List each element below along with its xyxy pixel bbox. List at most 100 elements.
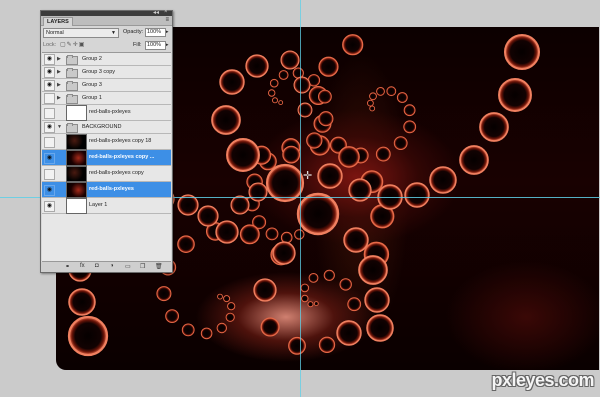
layer-thumbnail	[66, 105, 87, 121]
new-group-icon[interactable]: ▭	[125, 263, 131, 270]
disclosure-collapsed-icon[interactable]: ▶	[57, 69, 61, 75]
visibility-eye-icon[interactable]	[44, 168, 55, 180]
visibility-eye-icon[interactable]: ◉	[44, 67, 55, 78]
layer-thumbnail	[66, 134, 87, 150]
red-ball	[503, 33, 541, 71]
fill-label: Fill:	[133, 42, 142, 48]
red-ball	[366, 314, 394, 342]
layer-row[interactable]: red-balls-pxleyes copy	[42, 166, 171, 182]
opacity-input[interactable]: 100%	[145, 28, 166, 37]
red-ball	[342, 34, 364, 56]
red-ball	[338, 146, 360, 168]
red-ball	[282, 145, 301, 164]
new-layer-icon[interactable]: ❐	[140, 263, 145, 270]
mask-icon[interactable]: ◘	[95, 263, 99, 269]
layer-row[interactable]: ◉ red-balls-pxleyes	[42, 182, 171, 198]
visibility-eye-icon[interactable]	[44, 93, 55, 104]
close-icon[interactable]: ×	[164, 9, 168, 15]
fx-icon[interactable]: fx	[80, 263, 85, 269]
opacity-label: Opacity:	[123, 29, 144, 35]
opacity-slider-icon[interactable]: ▸	[166, 29, 169, 35]
lock-all-icon[interactable]: ▣	[79, 42, 86, 48]
blend-mode-select[interactable]: Normal ▼	[43, 28, 119, 38]
layer-name: red-balls-pxleyes copy ...	[89, 154, 155, 160]
trash-icon[interactable]: 🗑	[155, 263, 163, 270]
red-ball	[323, 269, 335, 281]
red-ball	[479, 112, 509, 142]
lock-transparency-icon[interactable]: ▢	[60, 42, 67, 48]
red-ball	[429, 166, 457, 194]
fill-input[interactable]: 100%	[145, 41, 166, 50]
watermark: pxleyes.com	[491, 370, 594, 390]
layer-name: red-balls-pxleyes	[89, 109, 131, 115]
link-icon[interactable]: ⚭	[65, 263, 70, 270]
layer-name: Group 2	[82, 55, 102, 62]
tab-layers[interactable]: LAYERS	[43, 17, 73, 26]
visibility-eye-icon[interactable]: ◉	[44, 184, 55, 196]
panel-menu-icon[interactable]: ≡	[165, 17, 169, 23]
layer-row[interactable]: ◉ red-balls-pxleyes copy ...	[42, 150, 171, 166]
panel-bottom-bar: ⚭ fx ◘ ◑ ▭ ❐ 🗑	[41, 262, 172, 272]
red-ball	[177, 194, 199, 216]
layer-row[interactable]: ◉ ▼ BACKGROUND	[42, 121, 171, 134]
red-ball	[403, 120, 417, 134]
disclosure-collapsed-icon[interactable]: ▶	[57, 56, 61, 62]
visibility-eye-icon[interactable]: ◉	[44, 152, 55, 164]
red-ball	[230, 195, 250, 215]
red-ball	[260, 317, 280, 337]
red-ball	[239, 224, 260, 245]
layer-name: Group 3 copy	[82, 68, 116, 75]
layer-thumbnail	[66, 182, 87, 198]
disclosure-collapsed-icon[interactable]: ▶	[57, 82, 61, 88]
collapse-icon[interactable]: ◂◂	[153, 9, 159, 16]
red-ball	[165, 309, 179, 324]
red-ball	[293, 76, 311, 94]
red-ball	[306, 132, 323, 149]
red-ball	[318, 111, 334, 127]
red-ball	[313, 301, 319, 307]
layer-thumbnail	[66, 166, 87, 182]
red-ball	[215, 220, 239, 244]
layer-name: BACKGROUND	[82, 123, 122, 130]
disclosure-collapsed-icon[interactable]: ▶	[57, 95, 61, 101]
layer-row[interactable]: red-balls-pxleyes copy 18	[42, 134, 171, 150]
red-ball	[278, 100, 284, 105]
red-ball	[358, 255, 388, 285]
red-ball	[278, 70, 289, 80]
layer-row[interactable]: ◉ ▶ Group 3	[42, 79, 171, 92]
red-ball	[296, 192, 340, 236]
red-ball	[156, 286, 172, 302]
visibility-eye-icon[interactable]: ◉	[44, 200, 55, 212]
red-ball	[267, 89, 276, 97]
red-ball	[227, 302, 236, 311]
red-ball	[223, 295, 231, 303]
red-ball	[343, 227, 369, 253]
red-ball	[253, 278, 277, 302]
visibility-eye-icon[interactable]	[44, 107, 55, 119]
folder-icon	[66, 94, 78, 104]
red-ball	[498, 78, 532, 112]
visibility-eye-icon[interactable]: ◉	[44, 80, 55, 91]
red-ball	[226, 138, 260, 172]
red-ball	[393, 136, 408, 150]
layer-row[interactable]: red-balls-pxleyes	[42, 105, 171, 121]
layer-row[interactable]: ◉ ▶ Group 2	[42, 53, 171, 66]
visibility-eye-icon[interactable]: ◉	[44, 54, 55, 65]
red-ball	[181, 323, 195, 337]
layer-row[interactable]: ▶ Group 1	[42, 92, 171, 105]
red-ball	[217, 293, 223, 300]
disclosure-expanded-icon[interactable]: ▼	[57, 124, 62, 130]
visibility-eye-icon[interactable]	[44, 136, 55, 148]
red-ball	[336, 320, 362, 346]
red-ball	[269, 78, 279, 88]
red-ball	[288, 336, 306, 355]
red-ball	[68, 288, 96, 316]
visibility-eye-icon[interactable]: ◉	[44, 122, 55, 133]
fill-slider-icon[interactable]: ▸	[166, 42, 169, 48]
layer-row[interactable]: ◉ ▶ Group 3 copy	[42, 66, 171, 79]
layers-panel: ◂◂ × LAYERS ≡ Normal ▼ Opacity: 100% ▸ L…	[40, 9, 173, 273]
layer-row[interactable]: ◉ Layer 1	[42, 198, 171, 214]
adjustment-icon[interactable]: ◑	[110, 263, 114, 269]
vertical-guide[interactable]	[300, 0, 301, 397]
lock-label: Lock:	[43, 42, 57, 48]
